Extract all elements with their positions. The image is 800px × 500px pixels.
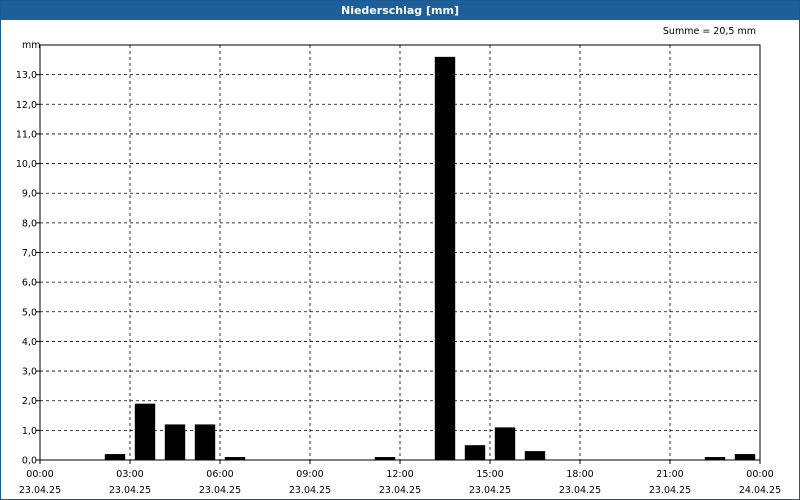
precipitation-bar [224,457,246,460]
precipitation-bar [194,424,216,460]
y-tick-label: 11,0 [16,129,37,140]
x-tick-date-label: 23.04.25 [109,485,151,496]
x-tick-time-label: 15:00 [476,469,503,480]
precipitation-bar [494,427,516,460]
y-tick-label: 4,0 [22,337,37,348]
x-tick-time-label: 00:00 [746,469,773,480]
y-tick-label: 8,0 [22,218,37,229]
y-tick-label: 13,0 [16,70,37,81]
x-tick-time-label: 21:00 [656,469,683,480]
y-tick-label: 12,0 [16,100,37,111]
y-tick-label: 3,0 [22,367,37,378]
x-tick-time-label: 03:00 [116,469,143,480]
y-tick-label: 5,0 [22,307,37,318]
precipitation-bar [704,457,726,460]
precipitation-bar [104,454,126,460]
y-tick-label: 0,0 [22,456,37,467]
x-tick-time-label: 06:00 [206,469,233,480]
precipitation-bar [524,451,546,460]
x-tick-date-label: 23.04.25 [469,485,511,496]
precipitation-bar [464,445,486,460]
x-tick-time-label: 00:00 [26,469,53,480]
x-tick-date-label: 23.04.25 [289,485,331,496]
precipitation-bar [734,454,756,460]
x-tick-time-label: 09:00 [296,469,323,480]
y-tick-label: 6,0 [22,278,37,289]
x-tick-date-label: 23.04.25 [559,485,601,496]
precipitation-bar [134,403,156,460]
x-tick-date-label: 23.04.25 [19,485,61,496]
x-tick-time-label: 18:00 [566,469,593,480]
x-tick-date-label: 23.04.25 [199,485,241,496]
y-tick-label: 9,0 [22,189,37,200]
y-tick-label: 2,0 [22,396,37,407]
x-tick-date-label: 23.04.25 [379,485,421,496]
y-axis-label: mm [22,40,41,51]
y-tick-label: 1,0 [22,426,37,437]
precipitation-bar [164,424,186,460]
y-tick-label: 10,0 [16,159,37,170]
x-tick-date-label: 23.04.25 [649,485,691,496]
precipitation-bar [374,457,396,460]
y-tick-label: 7,0 [22,248,37,259]
x-tick-date-label: 24.04.25 [739,485,781,496]
precipitation-bar [434,56,456,460]
sum-annotation: Summe = 20,5 mm [663,26,756,37]
x-tick-time-label: 12:00 [386,469,413,480]
precipitation-chart: mm Summe = 20,5 mm 0,0 1,0 2,0 3,0 4,0 5,0 6,0… [16,26,781,496]
